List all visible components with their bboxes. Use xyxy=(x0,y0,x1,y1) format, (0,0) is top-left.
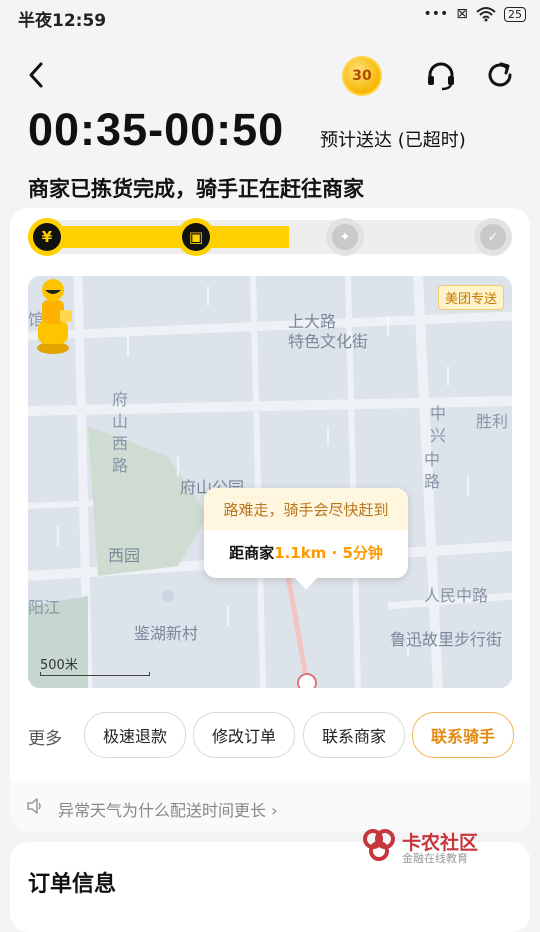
rider-icon xyxy=(37,279,72,354)
watermark-subtitle: 金融在线教育 xyxy=(402,852,468,865)
check-icon: ✓ xyxy=(480,224,506,250)
order-info-title: 订单信息 xyxy=(28,872,117,897)
yuan-icon: ¥ xyxy=(33,223,61,251)
map-label-lu-2: 路 xyxy=(424,472,441,491)
map-scale-bar xyxy=(40,672,150,676)
watermark: 卡农社区 金融在线教育 xyxy=(362,826,482,866)
contact-rider-button[interactable]: 联系骑手 xyxy=(412,712,514,758)
refresh-icon[interactable] xyxy=(485,60,515,90)
delivery-map[interactable]: 美团专送 上大路 特色文化街 府 山 西 路 府山公园 中 兴 中 路 胜利 西… xyxy=(28,276,512,688)
watermark-logo-icon xyxy=(363,829,395,861)
back-arrow-icon[interactable] xyxy=(22,60,52,90)
wifi-icon xyxy=(476,7,496,22)
package-icon: ▣ xyxy=(182,223,210,251)
bubble-notice: 路难走，骑手会尽快赶到 xyxy=(204,488,408,530)
coin-reward-badge[interactable]: 30 xyxy=(336,56,388,96)
scooter-icon: ✦ xyxy=(332,224,358,250)
step-packed: ▣ xyxy=(177,218,215,256)
order-status-message: 商家已拣货完成，骑手正在赶往商家 xyxy=(28,177,364,201)
weather-notice-link[interactable]: 异常天气为什么配送时间更长 › xyxy=(58,797,278,821)
status-time: 半夜12:59 xyxy=(18,11,107,31)
status-icons: ••• ⊠ 25 xyxy=(423,6,526,22)
battery-icon: 25 xyxy=(504,6,526,22)
eta-time-range: 00:35-00:50 xyxy=(28,104,285,155)
map-label-zhong-1: 中 xyxy=(430,404,447,423)
map-label-xiyuan: 西园 xyxy=(108,546,141,565)
map-scale-label: 500米 xyxy=(40,658,78,673)
map-label-shengli: 胜利 xyxy=(476,412,509,431)
map-label-zhong-2: 中 xyxy=(424,450,441,469)
distance-value: 1.1km · 5分钟 xyxy=(274,544,383,562)
map-label-luxun: 鲁迅故里步行街 xyxy=(390,630,503,649)
map-label-yangjiang: 阳江 xyxy=(28,598,61,617)
step-delivered: ✓ xyxy=(474,218,512,256)
step-rider: ✦ xyxy=(326,218,364,256)
map-label-renmin-road: 人民中路 xyxy=(424,586,489,605)
map-label-xi: 西 xyxy=(112,434,129,453)
map-label-shan: 山 xyxy=(112,412,129,431)
progress-fill xyxy=(28,226,289,248)
headset-support-icon[interactable] xyxy=(425,60,457,92)
brand-badge: 美团专送 xyxy=(437,285,504,310)
merchant-pin-icon xyxy=(297,673,317,688)
map-label-lu: 路 xyxy=(112,456,129,475)
eta-label: 预计送达 (已超时) xyxy=(320,130,466,151)
distance-prefix: 距商家 xyxy=(229,544,275,562)
modify-order-button[interactable]: 修改订单 xyxy=(193,712,295,758)
map-label-jianhu: 鉴湖新村 xyxy=(134,624,199,643)
sim-icon: ⊠ xyxy=(456,6,468,22)
map-label-fu: 府 xyxy=(112,390,129,409)
map-label-culture-street: 特色文化街 xyxy=(288,332,369,351)
coin-value: 30 xyxy=(344,58,380,94)
bubble-distance: 距商家1.1km · 5分钟 xyxy=(204,542,408,563)
map-label-xing: 兴 xyxy=(430,426,447,445)
step-paid: ¥ xyxy=(28,218,66,256)
contact-merchant-button[interactable]: 联系商家 xyxy=(303,712,405,758)
more-label: 更多 xyxy=(28,729,62,749)
rider-info-bubble: 路难走，骑手会尽快赶到 距商家1.1km · 5分钟 xyxy=(204,488,408,590)
quick-refund-button[interactable]: 极速退款 xyxy=(84,712,186,758)
signal-dots: ••• xyxy=(423,6,449,22)
speaker-icon xyxy=(27,798,41,814)
